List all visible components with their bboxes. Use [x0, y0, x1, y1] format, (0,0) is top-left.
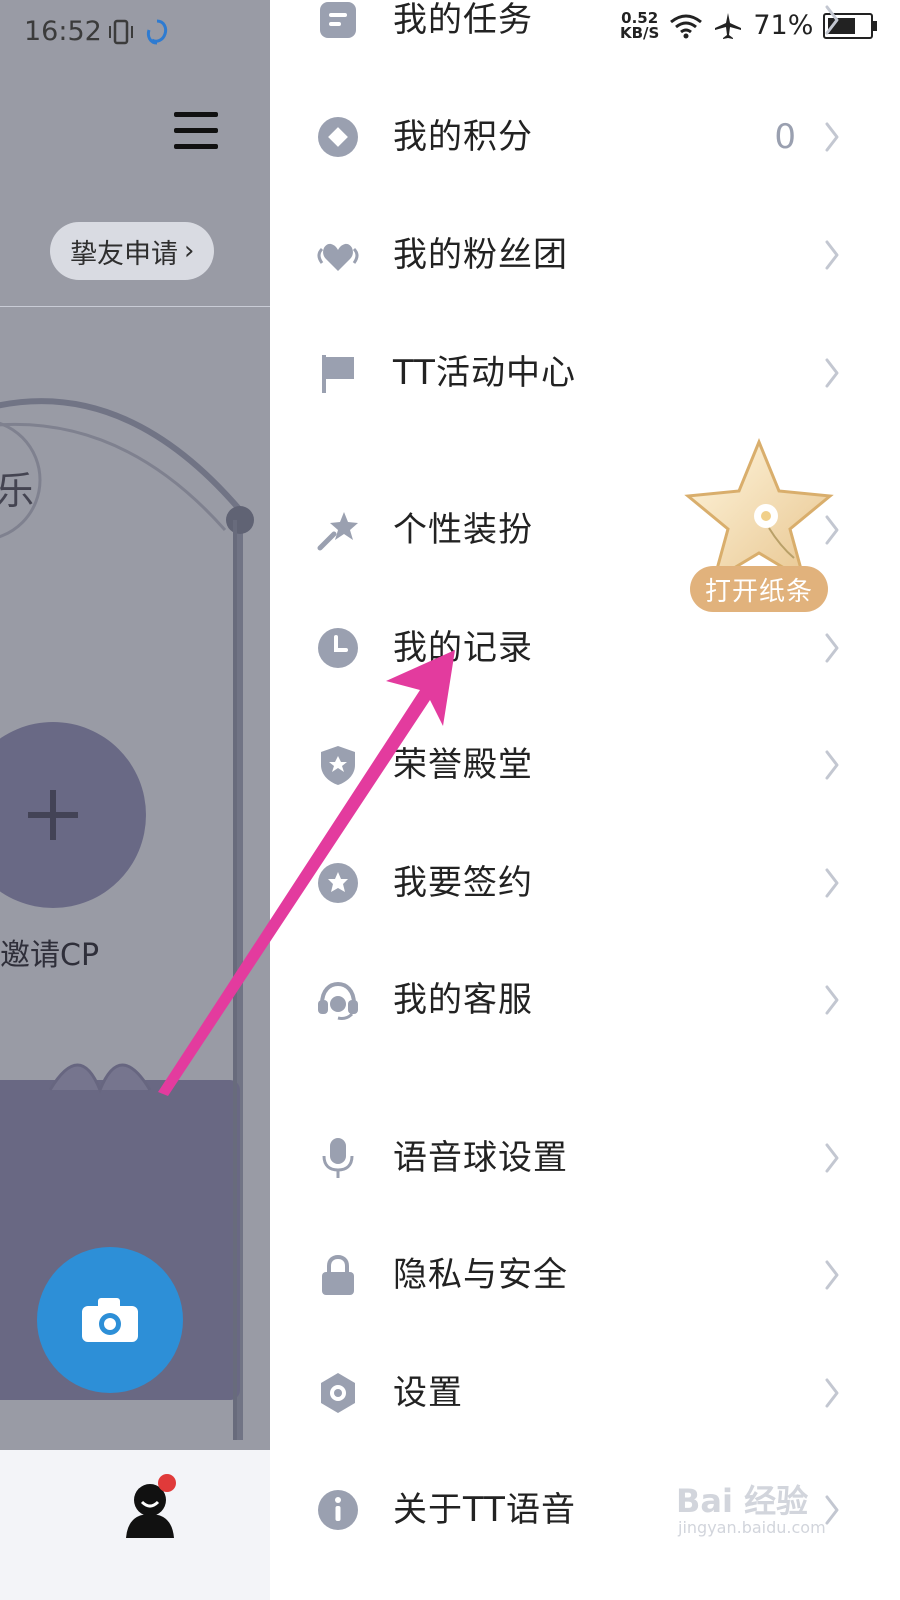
menu-item-label: 我的积分: [393, 117, 533, 157]
chevron-right-icon: [825, 985, 839, 1015]
open-note-button[interactable]: 打开纸条: [690, 566, 828, 612]
info-icon: [318, 1490, 358, 1530]
headset-icon: [318, 981, 358, 1020]
invite-cp-label: 邀请CP: [0, 938, 100, 973]
menu-item-my-fan-group[interactable]: 我的粉丝团: [270, 215, 900, 295]
background-app: 乐 16:52 挚友申请 › 邀请CP: [0, 0, 270, 1600]
chevron-right-icon: [825, 1143, 839, 1173]
chevron-right-icon: [825, 868, 839, 898]
divider: [0, 306, 270, 307]
chevron-right-icon: [825, 5, 839, 35]
friend-request-label: 挚友申请: [70, 238, 178, 270]
menu-item-label: 个性装扮: [393, 510, 533, 550]
menu-item-label: 我要签约: [393, 863, 533, 903]
chevron-right-icon: [825, 240, 839, 270]
menu-item-value: 0: [774, 117, 796, 157]
menu-item-label: 设置: [393, 1373, 463, 1413]
menu-item-privacy-security[interactable]: 隐私与安全: [270, 1235, 900, 1315]
friend-request-chip[interactable]: 挚友申请 ›: [50, 222, 215, 280]
chevron-right-icon: [825, 122, 839, 152]
menu-item-my-customer-service[interactable]: 我的客服: [270, 960, 900, 1040]
menu-item-label: 我的记录: [393, 628, 533, 668]
gear-icon: [321, 1373, 355, 1413]
menu-item-voice-ball-settings[interactable]: 语音球设置: [270, 1118, 900, 1198]
menu-item-hall-of-honor[interactable]: 荣誉殿堂: [270, 725, 900, 805]
lock-icon: [322, 1254, 354, 1295]
microphone-icon: [322, 1138, 354, 1178]
menu-item-label: 关于TT语音: [393, 1490, 576, 1530]
menu-item-sign-contract[interactable]: 我要签约: [270, 843, 900, 923]
menu-item-my-tasks[interactable]: 我的任务: [270, 0, 900, 60]
menu-item-label: 隐私与安全: [393, 1255, 568, 1295]
hamburger-menu-icon[interactable]: [172, 108, 220, 154]
screen: 乐 16:52 挚友申请 › 邀请CP 0.52 KB/S 71% 我的任务 我…: [0, 0, 900, 1600]
task-icon: [320, 2, 356, 38]
chevron-right-icon: [825, 1260, 839, 1290]
menu-item-label: 我的任务: [393, 0, 533, 40]
clock-icon: [318, 628, 358, 668]
menu-item-my-records[interactable]: 我的记录: [270, 608, 900, 688]
heart-wings-icon: [317, 243, 359, 271]
menu-item-tt-activity-center[interactable]: TT活动中心: [270, 333, 900, 413]
chevron-right-icon: ›: [184, 236, 195, 266]
flag-icon: [322, 355, 354, 393]
vibrate-icon: [109, 19, 133, 45]
sync-icon: [146, 19, 168, 45]
watermark: Bai 经验 jingyan.baidu.com: [676, 1476, 846, 1548]
menu-item-my-points[interactable]: 我的积分 0: [270, 97, 900, 177]
star-circle-icon: [318, 863, 358, 903]
chevron-right-icon: [825, 358, 839, 388]
menu-item-label: 语音球设置: [393, 1138, 568, 1178]
menu-item-label: 我的客服: [393, 980, 533, 1020]
points-icon: [318, 117, 358, 157]
menu-item-label: 荣誉殿堂: [393, 745, 533, 785]
camera-button[interactable]: [37, 1247, 183, 1393]
menu-item-label: TT活动中心: [393, 353, 576, 393]
chevron-right-icon: [825, 750, 839, 780]
magic-wand-icon: [317, 512, 358, 551]
status-time: 16:52: [24, 16, 102, 47]
camera-icon: [82, 1298, 138, 1342]
menu-item-label: 我的粉丝团: [393, 235, 568, 275]
watermark-logo: Bai 经验: [676, 1482, 809, 1520]
shield-star-icon: [321, 746, 355, 785]
notification-dot: [158, 1474, 176, 1492]
menu-item-settings[interactable]: 设置: [270, 1353, 900, 1433]
chevron-right-icon: [825, 1378, 839, 1408]
chevron-right-icon: [825, 633, 839, 663]
watermark-url: jingyan.baidu.com: [678, 1518, 826, 1537]
